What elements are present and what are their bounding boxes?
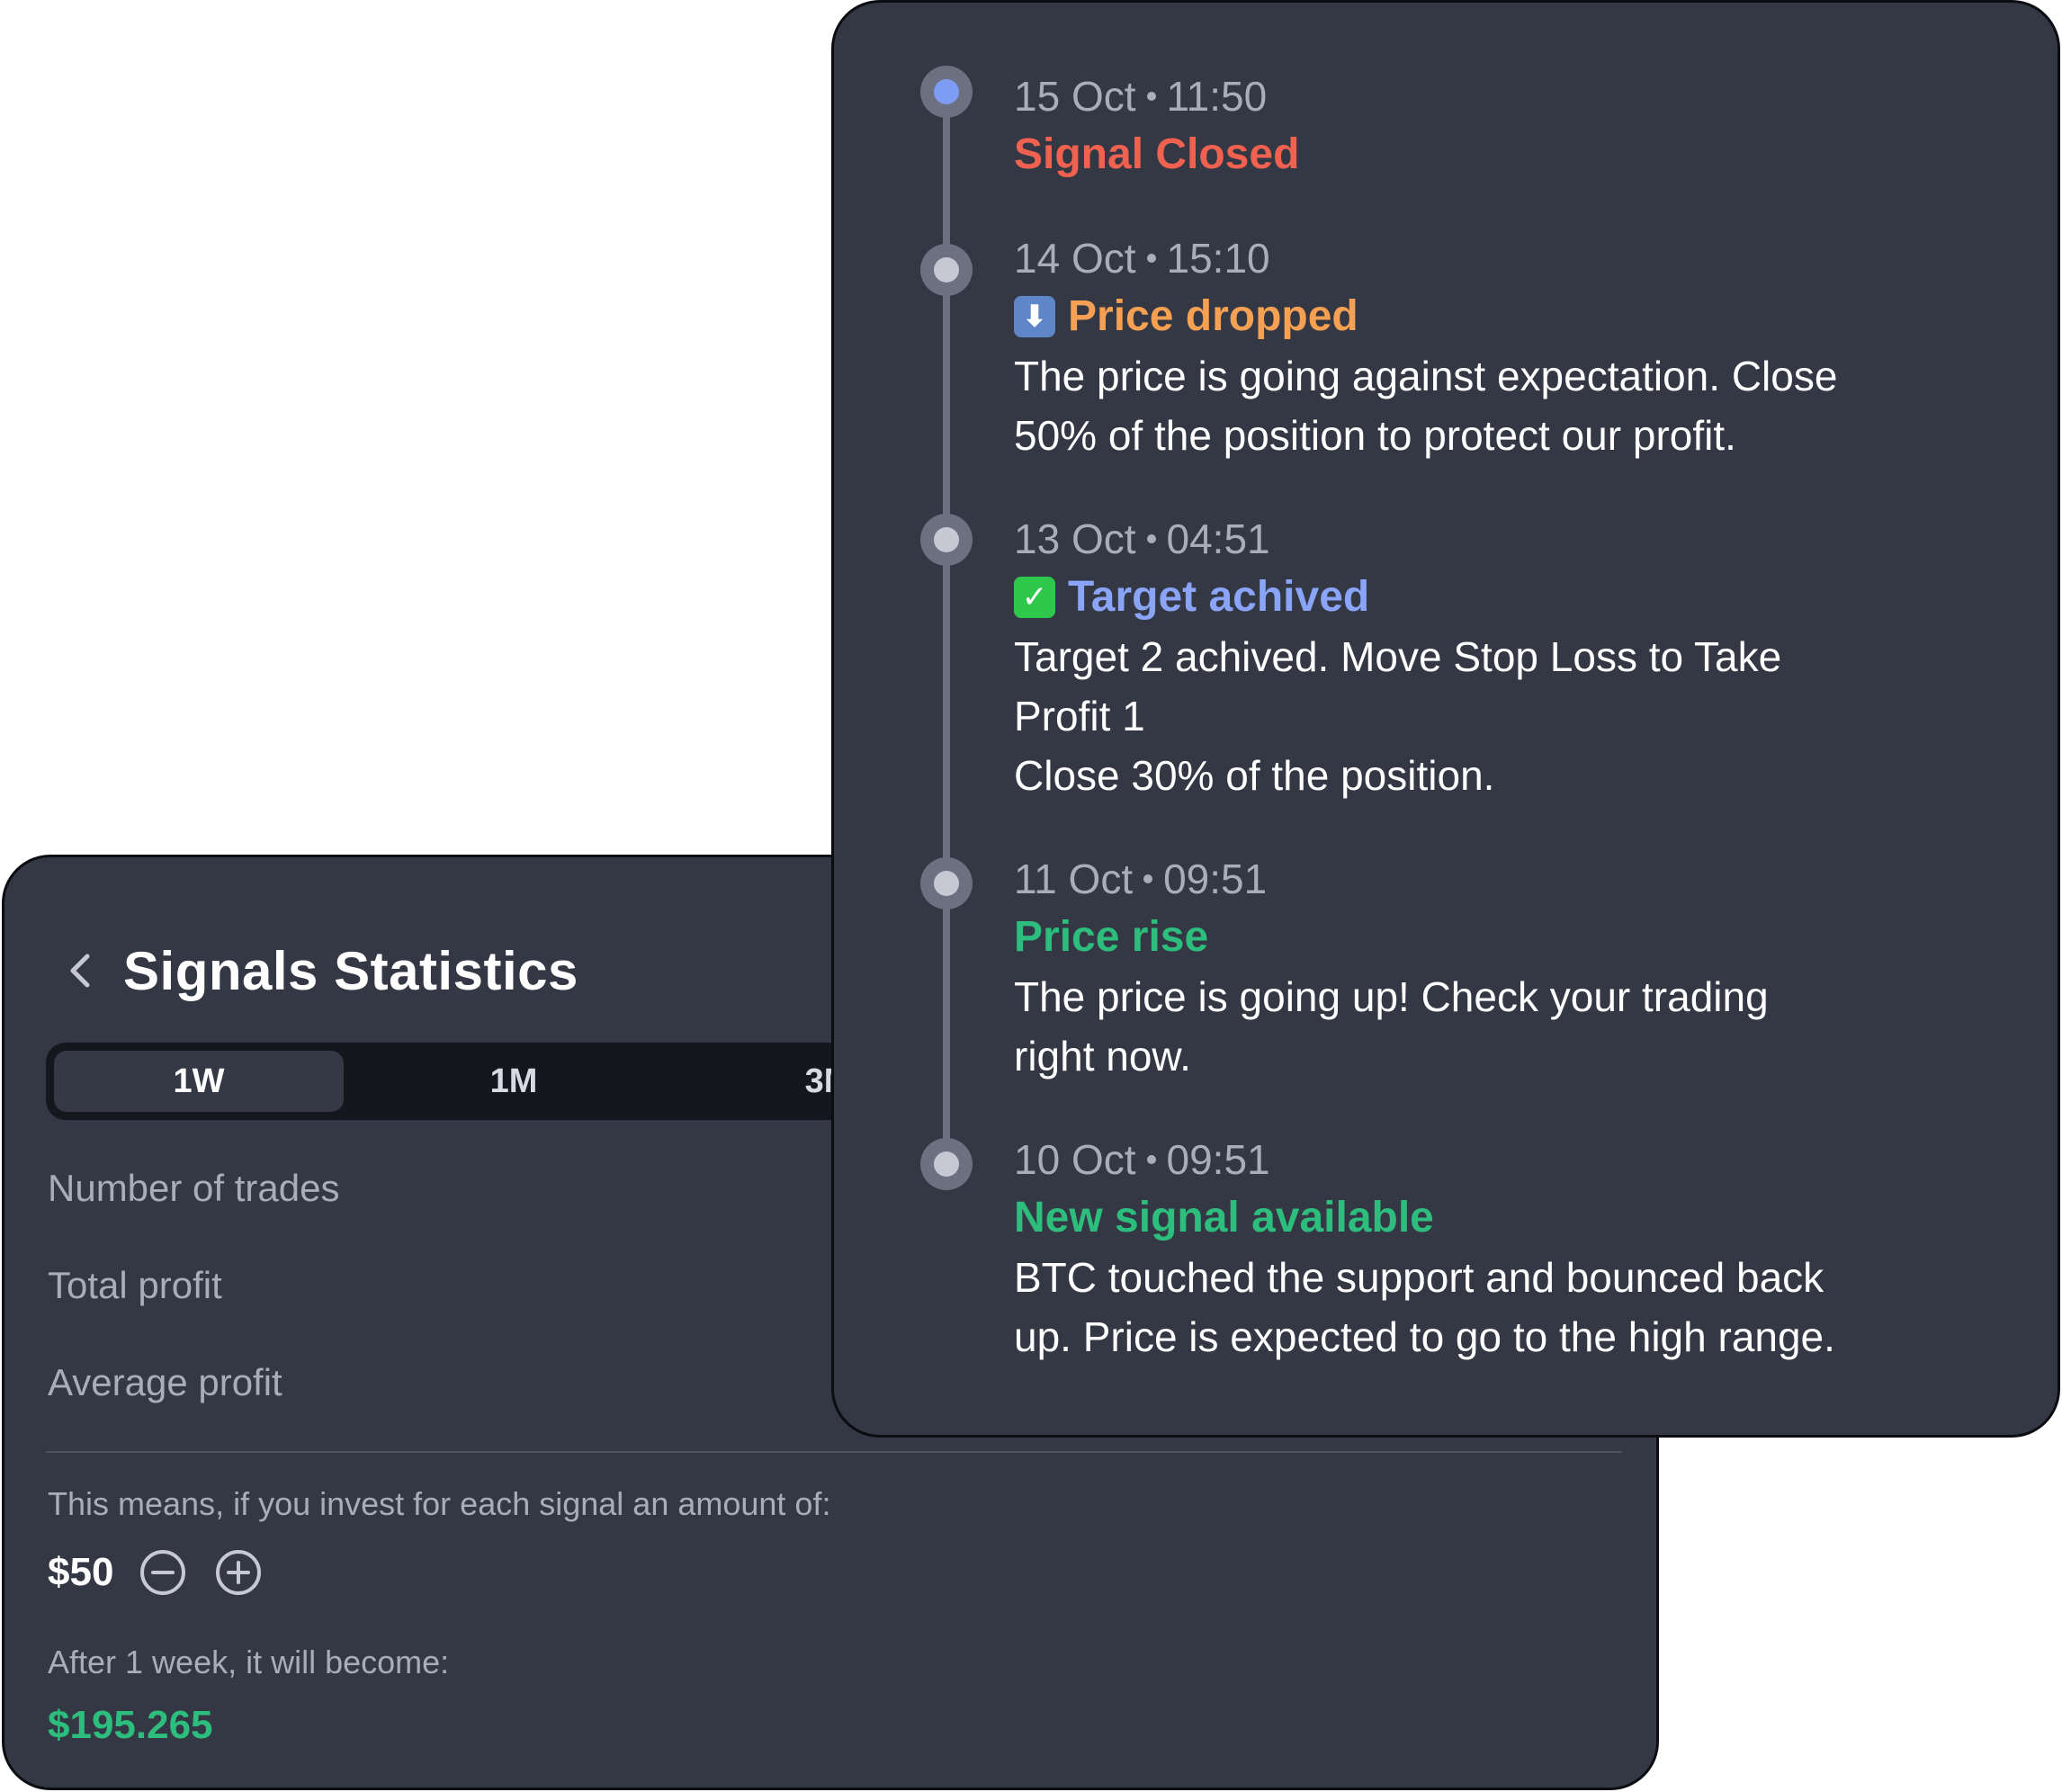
event-title: New signal available (1014, 1194, 1434, 1241)
event-date: 14 Oct (1014, 235, 1136, 282)
increase-amount-button[interactable] (214, 1548, 263, 1597)
event-title-row: ⬇ Price dropped (1014, 287, 2040, 346)
event-timestamp: 13 Oct 04:51 (1014, 510, 2040, 568)
stat-label-average-profit: Average profit (48, 1361, 282, 1403)
event-description-line: The price is going against expectation. … (1014, 353, 1838, 399)
event-title: Price dropped (1068, 292, 1358, 340)
timeline-event: 13 Oct 04:51 ✓ Target achived Target 2 a… (1014, 510, 2040, 805)
decrease-amount-button[interactable] (139, 1548, 187, 1597)
amount-value: $50 (48, 1550, 114, 1594)
invest-intro-text: This means, if you invest for each signa… (48, 1485, 831, 1522)
event-date: 10 Oct (1014, 1136, 1136, 1183)
event-timestamp: 15 Oct 11:50 (1014, 67, 2040, 125)
minus-circle-icon (140, 1550, 186, 1595)
timeline-dot (920, 244, 973, 296)
event-description-line: up. Price is expected to go to the high … (1014, 1313, 1835, 1360)
event-timestamp: 10 Oct 09:51 (1014, 1131, 2040, 1188)
separator-dot (1146, 534, 1156, 543)
event-title: Target achived (1068, 573, 1370, 621)
event-description-line: The price is going up! Check your tradin… (1014, 973, 1769, 1020)
signal-timeline-card: 15 Oct 11:50 Signal Closed 14 Oct 15:10 … (831, 0, 2060, 1438)
event-title: Signal Closed (1014, 130, 1300, 178)
plus-circle-icon (216, 1550, 262, 1595)
event-timestamp: 11 Oct 09:51 (1014, 850, 2040, 908)
tab-1w[interactable]: 1W (54, 1051, 344, 1112)
timeline-dot (920, 514, 973, 566)
timeline-dot (920, 857, 973, 909)
event-time: 09:51 (1166, 1136, 1270, 1183)
amount-row: $50 (48, 1548, 290, 1597)
event-description-line: Target 2 achived. Move Stop Loss to Take (1014, 633, 1782, 680)
event-date: 11 Oct (1014, 856, 1134, 902)
event-date: 13 Oct (1014, 515, 1136, 562)
divider (46, 1451, 1622, 1453)
event-description-line: Close 30% of the position. (1014, 752, 1495, 799)
event-time: 09:51 (1163, 856, 1268, 902)
stat-label-number-of-trades: Number of trades (48, 1167, 340, 1209)
timeline-dot (920, 1138, 973, 1190)
down-arrow-emoji-icon: ⬇ (1014, 296, 1055, 337)
back-button[interactable] (60, 951, 100, 990)
timeline-dot-active (920, 66, 973, 118)
stat-label-total-profit: Total profit (48, 1264, 222, 1306)
event-time: 11:50 (1166, 73, 1268, 120)
event-description-line: 50% of the position to protect our profi… (1014, 412, 1736, 459)
separator-dot (1146, 92, 1156, 101)
event-title: Price rise (1014, 913, 1209, 961)
separator-dot (1146, 1155, 1156, 1164)
after-period-text: After 1 week, it will become: (48, 1644, 450, 1680)
event-timestamp: 14 Oct 15:10 (1014, 229, 2040, 287)
timeline-event: 15 Oct 11:50 Signal Closed (1014, 67, 2040, 184)
event-time: 15:10 (1166, 235, 1270, 282)
timeline-event: 14 Oct 15:10 ⬇ Price dropped The price i… (1014, 229, 2040, 465)
tab-1m[interactable]: 1M (369, 1051, 659, 1112)
page-title: Signals Statistics (123, 940, 578, 1001)
stats-header: Signals Statistics (60, 927, 578, 1014)
event-title-row: ✓ Target achived (1014, 568, 2040, 627)
chevron-left-icon (70, 954, 90, 988)
timeline-event: 10 Oct 09:51 New signal available BTC to… (1014, 1131, 2040, 1366)
event-time: 04:51 (1166, 515, 1270, 562)
check-mark-emoji-icon: ✓ (1014, 577, 1055, 618)
event-description-line: BTC touched the support and bounced back (1014, 1254, 1824, 1301)
separator-dot (1146, 254, 1156, 263)
event-description-line: Profit 1 (1014, 693, 1145, 739)
result-value: $195.265 (48, 1703, 213, 1747)
timeline-event: 11 Oct 09:51 Price rise The price is goi… (1014, 850, 2040, 1086)
event-date: 15 Oct (1014, 73, 1136, 120)
event-description-line: right now. (1014, 1033, 1191, 1080)
separator-dot (1143, 874, 1153, 883)
